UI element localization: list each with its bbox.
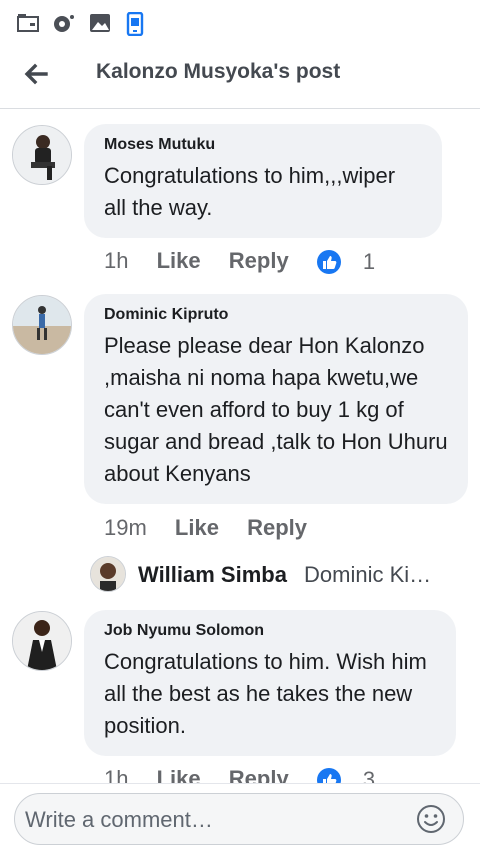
radio-icon [54, 15, 74, 32]
image-icon [90, 14, 110, 32]
comment-time: 1h [104, 766, 129, 783]
reply-button[interactable]: Reply [229, 766, 289, 783]
avatar[interactable] [12, 295, 72, 355]
avatar[interactable] [12, 611, 72, 671]
comment-text: Please please dear Hon Kalonzo ,maisha n… [104, 333, 448, 486]
like-button[interactable]: Like [175, 515, 219, 541]
comment-text: Congratulations to him. Wish him all the… [104, 649, 427, 738]
like-button[interactable]: Like [157, 248, 201, 274]
comment-actions: 19m Like Reply [104, 514, 329, 541]
reply-button[interactable]: Reply [247, 515, 307, 541]
reaction-count: 1 [362, 248, 376, 274]
comment-bubble[interactable]: Dominic Kipruto Please please dear Hon K… [84, 294, 468, 504]
reply-button[interactable]: Reply [229, 248, 289, 274]
tray-icon [17, 14, 39, 32]
comment-actions: 1h Like Reply 1 [104, 247, 375, 275]
status-bar [0, 0, 480, 47]
comment-author[interactable]: Dominic Kipruto [104, 306, 448, 324]
comment-input[interactable]: Write a comment… [14, 793, 464, 845]
reaction-summary[interactable]: 1 [316, 248, 376, 275]
back-arrow-icon[interactable] [20, 58, 52, 90]
like-icon [316, 767, 341, 783]
like-icon [316, 249, 341, 274]
comments-list: Moses Mutuku Congratulations to him,,,wi… [0, 109, 480, 783]
reply-text: Dominic Ki… [304, 562, 432, 587]
comment-time: 1h [104, 248, 129, 274]
comment-time: 19m [104, 515, 147, 541]
avatar[interactable] [90, 556, 126, 592]
comment-author[interactable]: Moses Mutuku [104, 136, 422, 154]
reaction-count: 3 [362, 766, 376, 783]
reply-author[interactable]: William Simba [138, 562, 287, 588]
avatar[interactable] [12, 125, 72, 185]
page-title: Kalonzo Musyoka's post [96, 60, 341, 83]
comment-bubble[interactable]: Moses Mutuku Congratulations to him,,,wi… [84, 124, 442, 238]
comment-bubble[interactable]: Job Nyumu Solomon Congratulations to him… [84, 610, 456, 756]
comment-input-placeholder: Write a comment… [25, 807, 213, 832]
smiley-icon[interactable] [415, 803, 447, 835]
comment-author[interactable]: Job Nyumu Solomon [104, 622, 436, 640]
reaction-summary[interactable]: 3 [316, 766, 376, 783]
like-button[interactable]: Like [157, 766, 201, 783]
comment-composer: Write a comment… [0, 783, 480, 855]
comment-actions: 1h Like Reply 3 [104, 765, 375, 783]
phone-icon [126, 12, 144, 36]
comment-text: Congratulations to him,,,wiper all the w… [104, 163, 396, 220]
post-header: Kalonzo Musyoka's post [0, 46, 480, 109]
